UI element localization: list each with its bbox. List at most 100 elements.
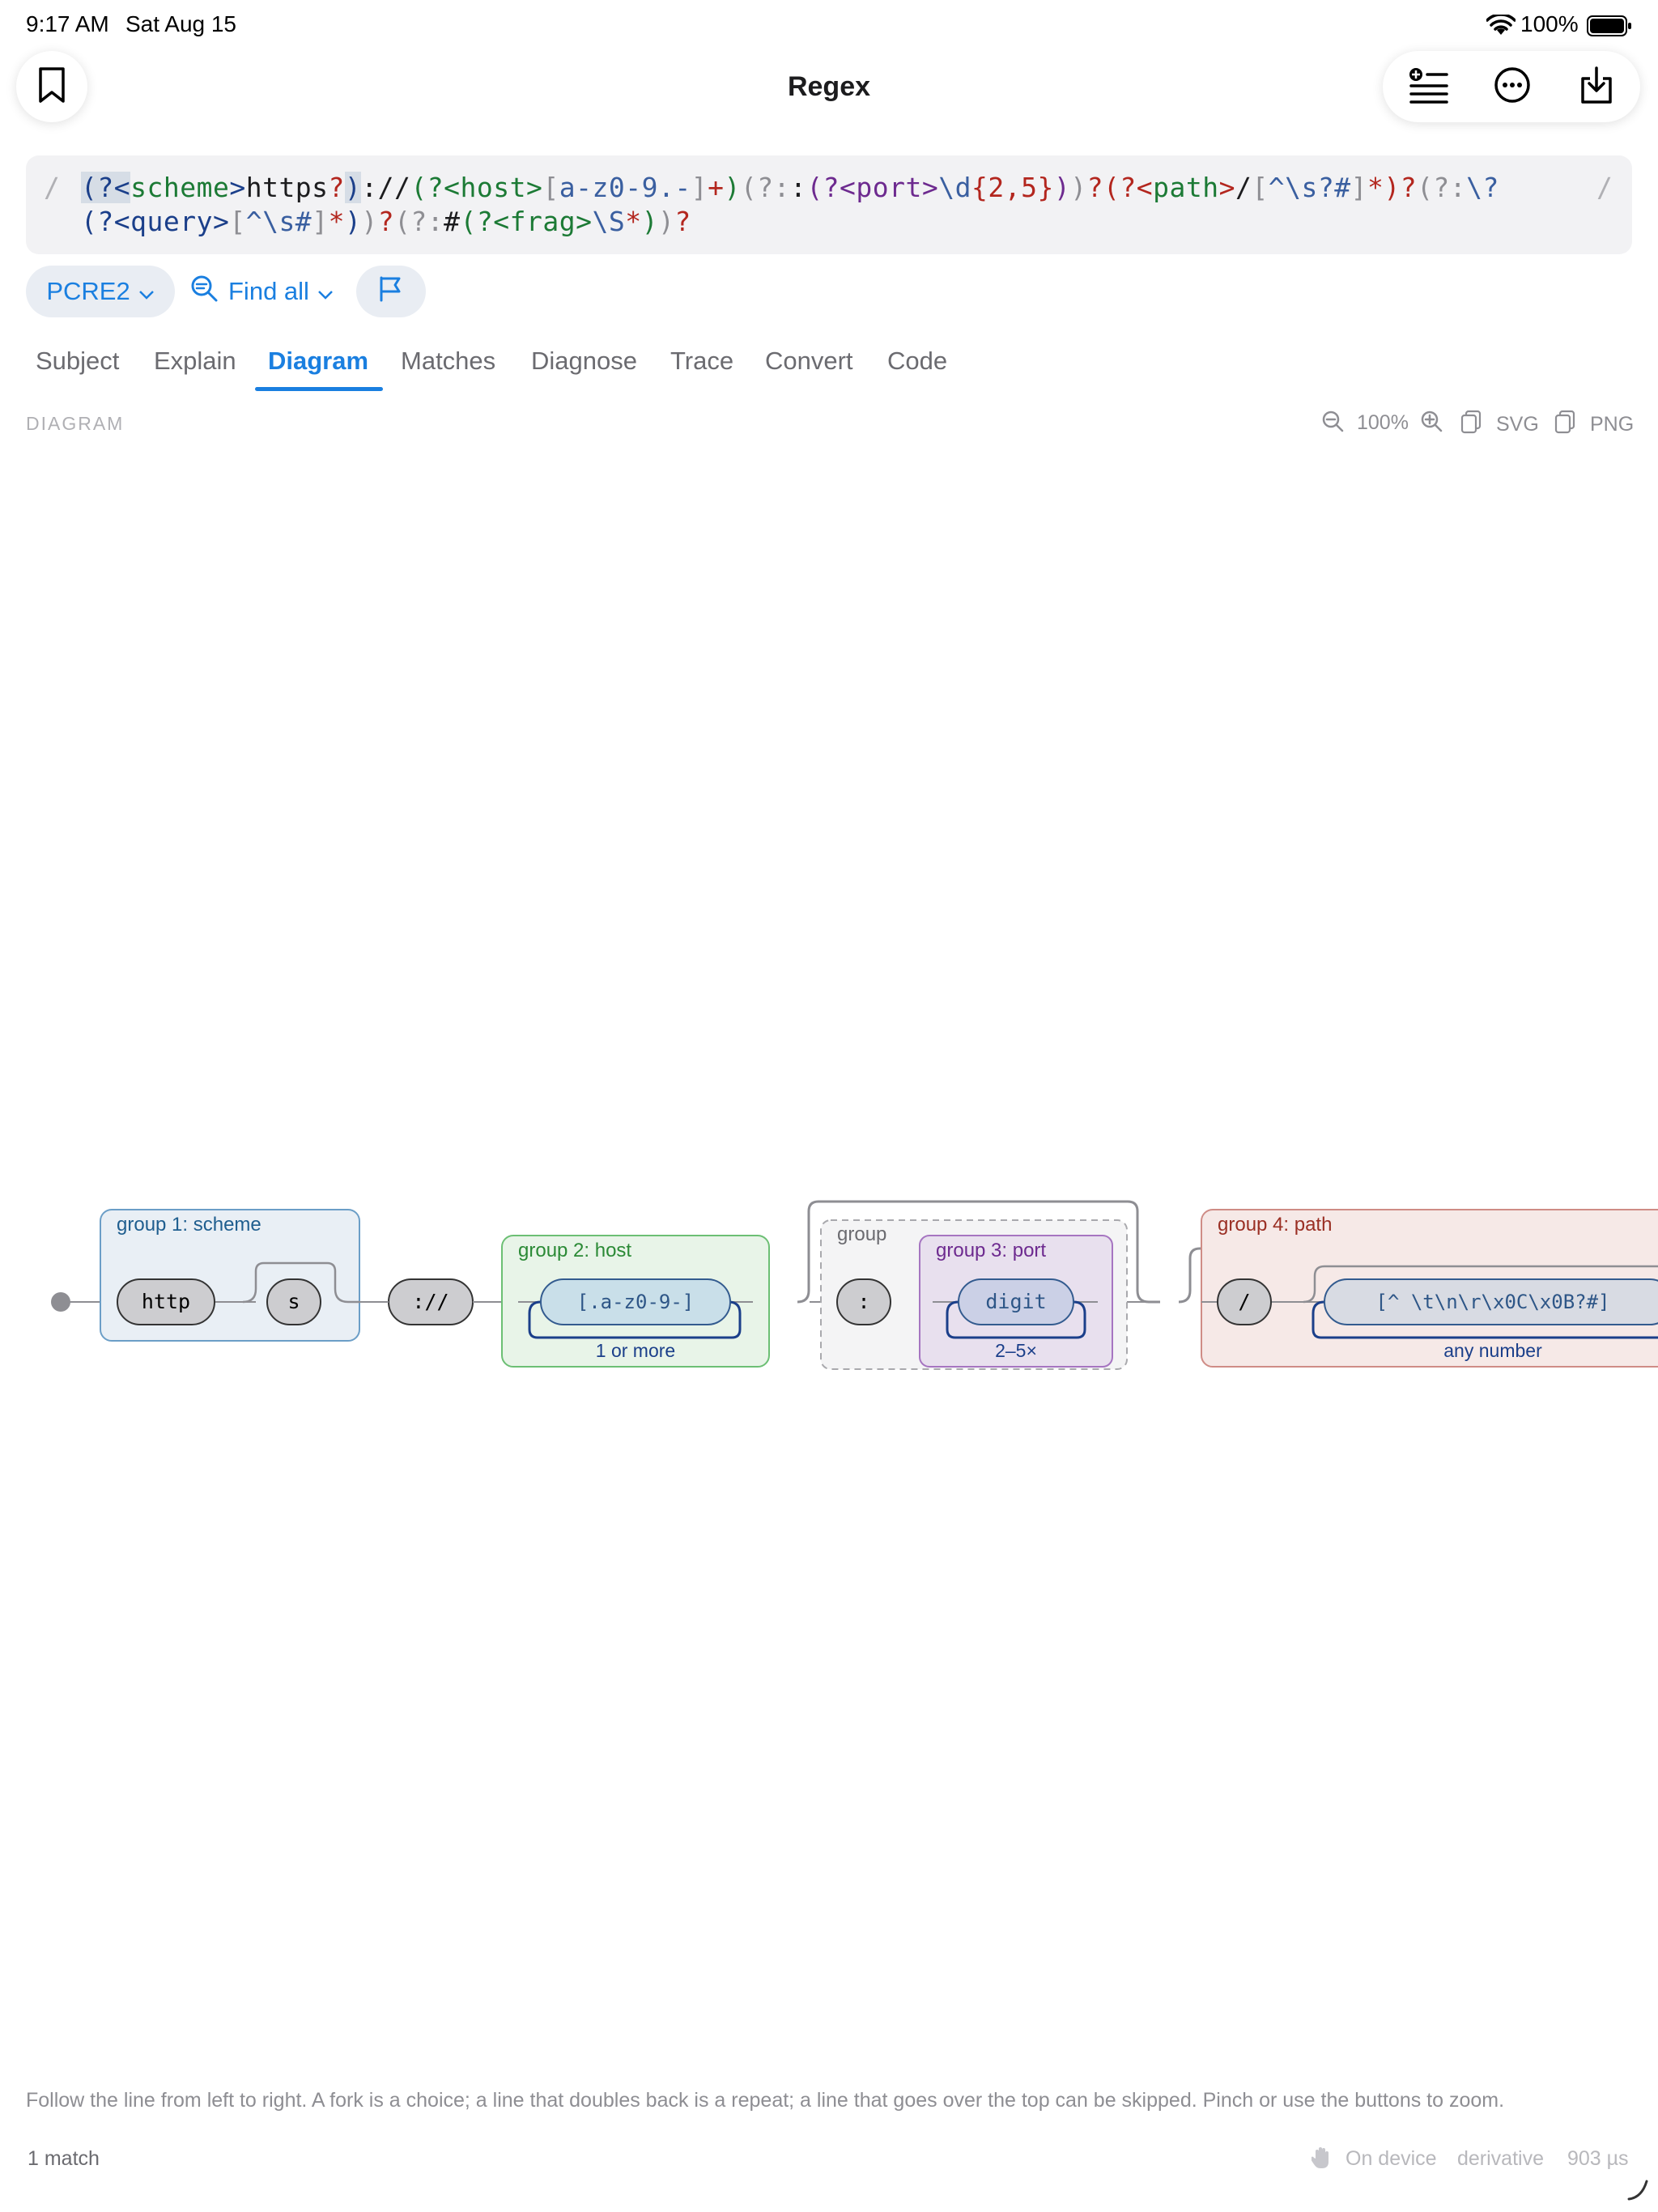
regex-token: frag	[509, 206, 576, 237]
group-1-label: group 1: scheme	[117, 1214, 261, 1236]
more-button[interactable]	[1477, 51, 1548, 122]
zoom-level: 100%	[1357, 411, 1409, 434]
regex-close-delimiter: /	[1596, 172, 1613, 203]
regex-token: )	[344, 206, 362, 237]
regex-token: (?<	[1103, 172, 1154, 203]
node-host-class-text: [.a-z0-9-]	[577, 1291, 695, 1313]
search-icon	[189, 274, 219, 309]
copy-doc-icon	[1460, 410, 1482, 440]
export-svg-button[interactable]: SVG	[1460, 410, 1539, 440]
group-label: group	[837, 1223, 886, 1245]
regex-token: )	[641, 206, 659, 237]
flavor-selector[interactable]: PCRE2	[26, 266, 175, 317]
ellipsis-circle-icon	[1494, 66, 1531, 108]
regex-token: )	[658, 206, 675, 237]
tab-diagnose[interactable]: Diagnose	[531, 347, 637, 376]
tab-subject[interactable]: Subject	[36, 347, 119, 376]
regex-token: )	[1053, 172, 1071, 203]
tab-diagram[interactable]: Diagram	[268, 347, 368, 376]
regex-token: :	[789, 172, 807, 203]
regex-token: *	[625, 206, 642, 237]
battery-icon	[1587, 15, 1632, 41]
regex-token: [	[542, 172, 559, 203]
regex-token: port	[856, 172, 922, 203]
node-separator-text: ://	[412, 1290, 449, 1313]
regex-token: >	[212, 206, 230, 237]
resize-handle-icon[interactable]	[1626, 2178, 1650, 2206]
regex-token: *	[328, 206, 345, 237]
flags-button[interactable]	[356, 266, 426, 317]
regex-token: scheme	[130, 172, 230, 203]
path-repeat-label: any number	[1443, 1340, 1542, 1361]
regex-token: ?	[1086, 172, 1103, 203]
status-time: 9:17 AM	[26, 11, 109, 36]
regex-token: )	[344, 172, 362, 203]
active-tab-indicator	[255, 387, 383, 391]
flag-icon	[377, 274, 405, 308]
zoom-in-icon	[1420, 410, 1443, 437]
regex-token: (?<	[806, 172, 857, 203]
regex-token: /	[1235, 172, 1252, 203]
mode-label: Find all	[228, 277, 309, 305]
regex-line-2[interactable]: (?<query>[^\s#]*))?(?:#(?<frag>\S*))?	[81, 206, 691, 237]
status-date: Sat Aug 15	[125, 11, 237, 36]
node-digit-text: digit	[985, 1290, 1046, 1313]
export-png-button[interactable]: PNG	[1554, 410, 1634, 440]
regex-token: >	[526, 172, 543, 203]
group-3-label: group 3: port	[936, 1240, 1046, 1261]
regex-token: (?<	[410, 172, 461, 203]
regex-token: )	[1070, 172, 1087, 203]
list-add-icon	[1408, 66, 1448, 108]
zoom-out-button[interactable]	[1321, 410, 1344, 438]
node-http-text: http	[142, 1290, 190, 1313]
tab-code[interactable]: Code	[887, 347, 947, 376]
regex-token: )	[724, 172, 741, 203]
node-path-class-text: [^ \t\n\r\x0C\x0B?#]	[1376, 1291, 1610, 1313]
regex-token: (?:	[394, 206, 444, 237]
regex-token: (?<	[81, 206, 131, 237]
regex-token: ://	[361, 172, 411, 203]
export-svg-label: SVG	[1496, 413, 1539, 436]
regex-token: {2,5}	[971, 172, 1054, 203]
node-slash-text: /	[1238, 1290, 1250, 1313]
railroad-diagram[interactable]: group 1: scheme http s :// group 2: host…	[0, 1134, 1658, 1409]
flavor-label: PCRE2	[46, 277, 130, 305]
tab-convert[interactable]: Convert	[765, 347, 853, 376]
zoom-in-button[interactable]	[1420, 410, 1443, 438]
regex-token: path	[1153, 172, 1219, 203]
toolbar-actions	[1383, 51, 1640, 122]
regex-token: +	[708, 172, 725, 203]
group-2-label: group 2: host	[518, 1240, 631, 1261]
regex-token: )	[361, 206, 378, 237]
battery-percent: 100%	[1520, 11, 1579, 36]
regex-token: ?	[377, 206, 395, 237]
regex-line-1[interactable]: (?<scheme>https?)://(?<host>[a-z0-9.-]+)…	[81, 172, 1499, 203]
diagram-start-point	[51, 1292, 70, 1312]
group-4-label: group 4: path	[1218, 1214, 1332, 1236]
regex-token: [	[1252, 172, 1269, 203]
tab-trace[interactable]: Trace	[670, 347, 733, 376]
regex-token: https	[245, 172, 329, 203]
node-s-text: s	[287, 1290, 300, 1313]
regex-open-delimiter: /	[44, 172, 60, 203]
port-repeat-label: 2–5×	[995, 1340, 1037, 1361]
regex-token: (?<	[81, 172, 131, 203]
hand-icon	[1310, 2146, 1333, 2174]
tab-explain[interactable]: Explain	[154, 347, 236, 376]
wifi-icon	[1486, 13, 1516, 41]
download-icon	[1579, 66, 1613, 108]
regex-editor[interactable]: / (?<scheme>https?)://(?<host>[a-z0-9.-]…	[26, 155, 1632, 254]
regex-token: ]	[691, 172, 708, 203]
tab-matches[interactable]: Matches	[401, 347, 495, 376]
regex-token: ?	[1400, 172, 1418, 203]
host-repeat-label: 1 or more	[596, 1340, 675, 1361]
regex-token: [	[229, 206, 246, 237]
regex-token: ^\s#	[245, 206, 312, 237]
regex-token: host	[460, 172, 526, 203]
export-button[interactable]	[1561, 51, 1632, 122]
add-list-button[interactable]	[1392, 51, 1464, 122]
mode-selector[interactable]: Find all	[189, 266, 334, 317]
zoom-out-icon	[1321, 410, 1344, 437]
copy-doc-icon	[1554, 410, 1575, 440]
chevron-down-icon	[317, 277, 334, 306]
